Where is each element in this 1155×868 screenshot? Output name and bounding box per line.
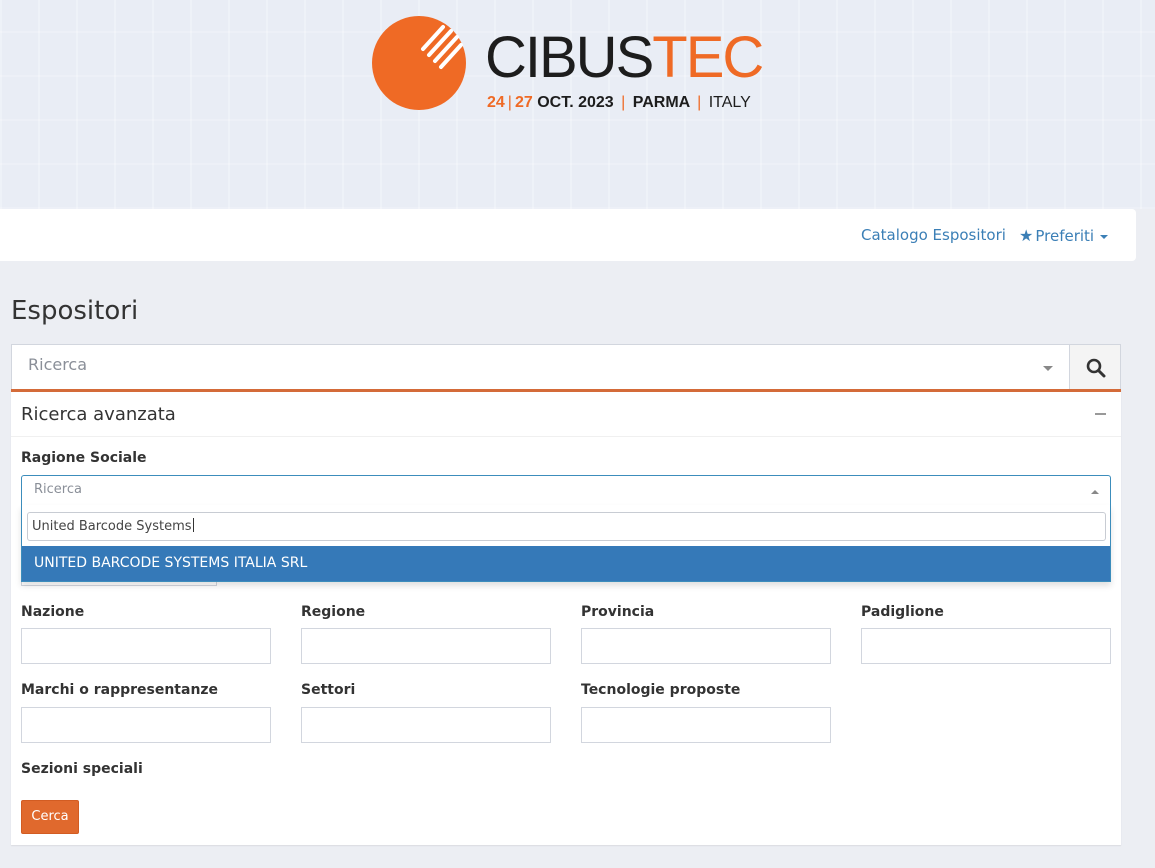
search-icon bbox=[1086, 358, 1106, 378]
logo-city: PARMA bbox=[632, 94, 690, 111]
caret-down-icon bbox=[1100, 234, 1109, 239]
nav-catalogo-espositori[interactable]: Catalogo Espositori bbox=[861, 226, 1006, 244]
label-regione: Regione bbox=[301, 604, 366, 620]
logo-date-start: 24 bbox=[487, 94, 505, 111]
label-sezioni-speciali: Sezioni speciali bbox=[21, 761, 143, 777]
logo-word-orange: TEC bbox=[652, 25, 764, 90]
header-banner: CIBUSTEC 24 | 27 OCT. 2023 | PARMA | ITALY bbox=[0, 0, 1155, 209]
chevron-down-icon bbox=[1043, 366, 1053, 371]
label-settori: Settori bbox=[301, 682, 356, 698]
logo-circle-icon bbox=[372, 16, 466, 110]
advanced-search-header: Ricerca avanzata bbox=[11, 392, 1121, 437]
label-nazione: Nazione bbox=[21, 604, 85, 620]
chevron-up-icon bbox=[1091, 490, 1099, 494]
ragione-sociale-dropdown: United Barcode Systems UNITED BARCODE SY… bbox=[21, 505, 1111, 582]
logo-country: ITALY bbox=[708, 94, 751, 111]
marchi-field[interactable] bbox=[21, 707, 271, 743]
logo-date-month: OCT. 2023 bbox=[537, 94, 614, 111]
label-provincia: Provincia bbox=[581, 604, 655, 620]
logo-wordmark: CIBUSTEC bbox=[485, 29, 764, 87]
cibustec-logo[interactable]: CIBUSTEC 24 | 27 OCT. 2023 | PARMA | ITALY bbox=[371, 15, 771, 115]
label-padiglione: Padiglione bbox=[861, 604, 944, 620]
main-search-select[interactable]: Ricerca bbox=[11, 344, 1070, 390]
text-cursor bbox=[192, 518, 194, 532]
label-tecnologie: Tecnologie proposte bbox=[581, 682, 741, 698]
cerca-button[interactable]: Cerca bbox=[21, 800, 79, 834]
nazione-field[interactable] bbox=[21, 628, 271, 664]
minus-icon[interactable] bbox=[1095, 413, 1106, 415]
ragione-sociale-placeholder: Ricerca bbox=[34, 482, 82, 497]
search-button[interactable] bbox=[1069, 344, 1121, 390]
provincia-field[interactable] bbox=[581, 628, 831, 664]
regione-field[interactable] bbox=[301, 628, 551, 664]
label-ragione-sociale: Ragione Sociale bbox=[21, 450, 147, 466]
logo-subline: 24 | 27 OCT. 2023 | PARMA | ITALY bbox=[487, 94, 751, 111]
logo-word-dark: CIBUS bbox=[485, 25, 654, 90]
nav-preferiti-label: Preferiti bbox=[1035, 227, 1095, 245]
tecnologie-field[interactable] bbox=[581, 707, 831, 743]
dropdown-option[interactable]: UNITED BARCODE SYSTEMS ITALIA SRL bbox=[22, 546, 1110, 581]
star-icon: ★ bbox=[1019, 226, 1034, 245]
nav-preferiti-dropdown[interactable]: ★ Preferiti bbox=[1019, 226, 1109, 245]
ragione-sociale-search-value: United Barcode Systems bbox=[32, 519, 192, 534]
navbar: Catalogo Espositori ★ Preferiti bbox=[0, 209, 1136, 261]
settori-field[interactable] bbox=[301, 707, 551, 743]
ragione-sociale-search-input[interactable]: United Barcode Systems bbox=[27, 512, 1106, 541]
advanced-search-title: Ricerca avanzata bbox=[21, 404, 176, 425]
main-search-placeholder: Ricerca bbox=[28, 355, 88, 374]
page-title: Espositori bbox=[11, 296, 139, 326]
advanced-search-panel: Ricerca avanzata bbox=[11, 389, 1121, 845]
logo-date-end: 27 bbox=[514, 94, 533, 111]
label-marchi: Marchi o rappresentanze bbox=[21, 682, 219, 698]
padiglione-field[interactable] bbox=[861, 628, 1111, 664]
